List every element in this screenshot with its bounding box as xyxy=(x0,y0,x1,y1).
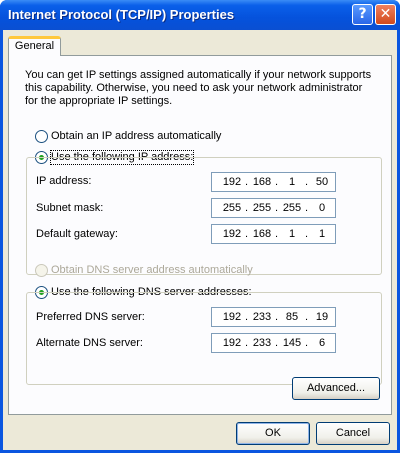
dialog-window: Internet Protocol (TCP/IP) Properties ? … xyxy=(0,0,400,453)
default-gateway-label: Default gateway: xyxy=(36,228,118,240)
octet-separator: . xyxy=(305,311,309,323)
octet-separator: . xyxy=(275,228,279,240)
title-bar[interactable]: Internet Protocol (TCP/IP) Properties ? … xyxy=(0,0,400,30)
close-icon: ✕ xyxy=(379,6,392,22)
preferred-dns-octet-4: 19 xyxy=(315,311,329,323)
cancel-button[interactable]: Cancel xyxy=(316,422,390,445)
octet-separator: . xyxy=(305,176,309,188)
ip-address-octet-3: 1 xyxy=(288,176,296,188)
subnet-mask-input[interactable]: 255 . 255 . 255 . 0 xyxy=(211,198,336,218)
default-gateway-octet-3: 1 xyxy=(288,228,296,240)
default-gateway-octet-1: 192 xyxy=(222,228,242,240)
octet-separator: . xyxy=(305,202,309,214)
general-tab-panel: You can get IP settings assigned automat… xyxy=(8,55,392,415)
default-gateway-octet-4: 1 xyxy=(318,228,326,240)
tab-general-label: General xyxy=(14,40,55,52)
subnet-mask-label: Subnet mask: xyxy=(36,202,104,214)
ip-address-octet-4: 50 xyxy=(315,176,329,188)
close-button[interactable]: ✕ xyxy=(375,4,396,25)
octet-separator: . xyxy=(245,337,249,349)
octet-separator: . xyxy=(305,337,309,349)
help-button[interactable]: ? xyxy=(352,4,373,25)
alternate-dns-input[interactable]: 192 . 233 . 145 . 6 xyxy=(211,333,336,353)
octet-separator: . xyxy=(305,228,309,240)
octet-separator: . xyxy=(245,311,249,323)
default-gateway-input[interactable]: 192 . 168 . 1 . 1 xyxy=(211,224,336,244)
ip-address-label: IP address: xyxy=(36,175,92,187)
subnet-mask-octet-4: 0 xyxy=(318,202,326,214)
ok-button[interactable]: OK xyxy=(236,422,310,445)
alternate-dns-label: Alternate DNS server: xyxy=(36,337,143,349)
octet-separator: . xyxy=(245,202,249,214)
alternate-dns-octet-3: 145 xyxy=(282,337,302,349)
octet-separator: . xyxy=(245,228,249,240)
dns-auto-radio-circle[interactable] xyxy=(35,264,48,277)
ip-address-octet-2: 168 xyxy=(252,176,272,188)
subnet-mask-octet-3: 255 xyxy=(282,202,302,214)
tab-general[interactable]: General xyxy=(8,36,61,56)
octet-separator: . xyxy=(275,176,279,188)
advanced-button[interactable]: Advanced... xyxy=(292,377,380,400)
preferred-dns-octet-3: 85 xyxy=(285,311,299,323)
alternate-dns-octet-4: 6 xyxy=(318,337,326,349)
alternate-dns-octet-2: 233 xyxy=(252,337,272,349)
preferred-dns-octet-2: 233 xyxy=(252,311,272,323)
subnet-mask-octet-1: 255 xyxy=(222,202,242,214)
ip-address-input[interactable]: 192 . 168 . 1 . 50 xyxy=(211,172,336,192)
preferred-dns-input[interactable]: 192 . 233 . 85 . 19 xyxy=(211,307,336,327)
window-title: Internet Protocol (TCP/IP) Properties xyxy=(8,7,235,22)
octet-separator: . xyxy=(275,337,279,349)
octet-separator: . xyxy=(275,311,279,323)
ip-auto-radio-label: Obtain an IP address automatically xyxy=(51,130,222,142)
dns-auto-radio-label: Obtain DNS server address automatically xyxy=(51,264,253,276)
preferred-dns-label: Preferred DNS server: xyxy=(36,311,145,323)
alternate-dns-octet-1: 192 xyxy=(222,337,242,349)
default-gateway-octet-2: 168 xyxy=(252,228,272,240)
help-icon: ? xyxy=(358,6,367,22)
ip-auto-radio-circle[interactable] xyxy=(35,130,48,143)
octet-separator: . xyxy=(275,202,279,214)
preferred-dns-octet-1: 192 xyxy=(222,311,242,323)
ip-address-octet-1: 192 xyxy=(222,176,242,188)
subnet-mask-octet-2: 255 xyxy=(252,202,272,214)
dialog-client-area: General You can get IP settings assigned… xyxy=(3,30,397,450)
octet-separator: . xyxy=(245,176,249,188)
description-text: You can get IP settings assigned automat… xyxy=(25,69,372,107)
